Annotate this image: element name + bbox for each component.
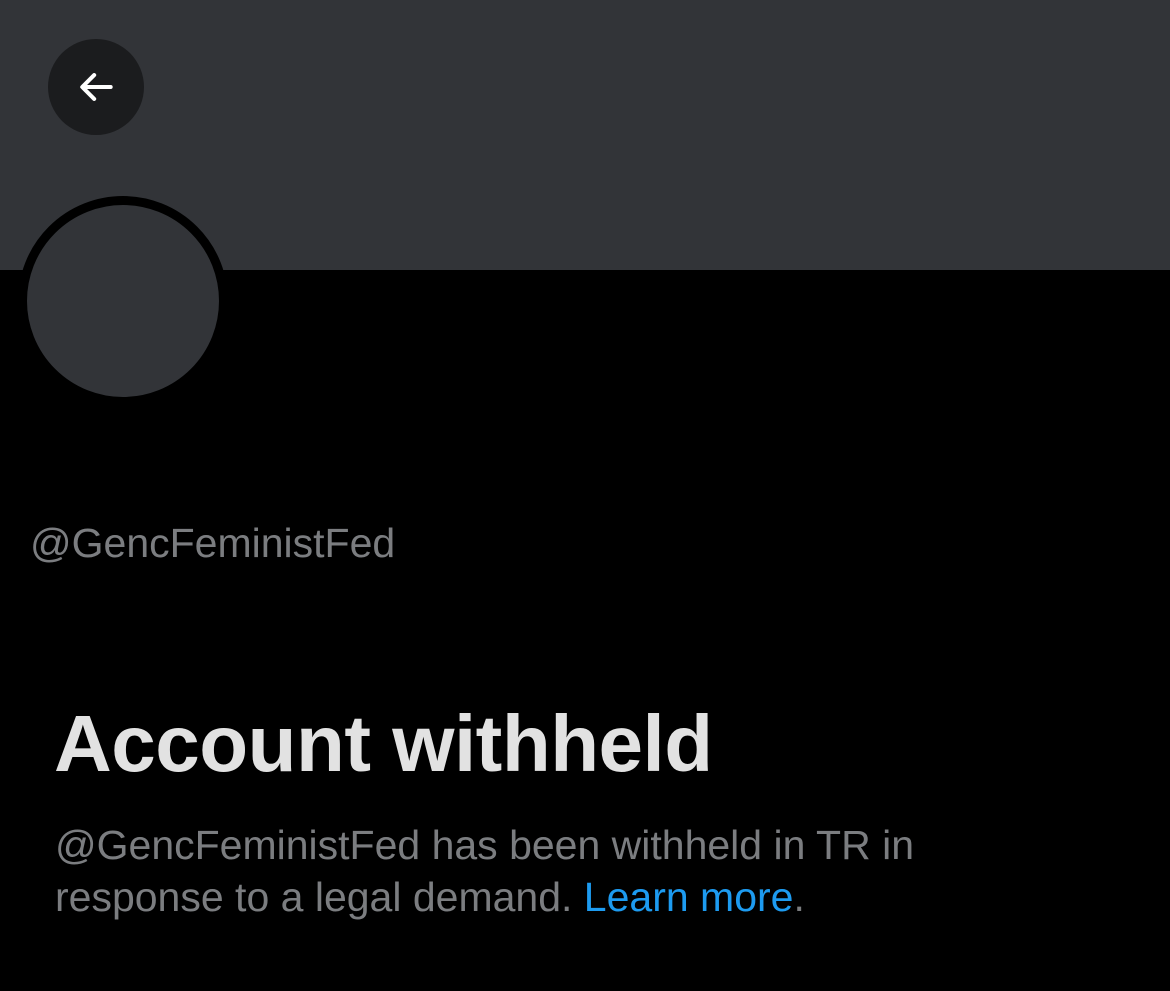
withheld-message: @GencFeministFed has been withheld in TR…: [55, 819, 1115, 923]
page-title: Account withheld: [54, 699, 713, 788]
back-button[interactable]: [48, 39, 144, 135]
withheld-message-line1: @GencFeministFed has been withheld in TR…: [55, 822, 914, 868]
arrow-left-icon: [80, 73, 113, 101]
learn-more-link[interactable]: Learn more: [584, 874, 794, 920]
profile-handle: @GencFeministFed: [30, 520, 396, 566]
avatar: [18, 196, 228, 406]
trailing-period: .: [793, 874, 805, 920]
profile-page: @GencFeministFed Account withheld @GencF…: [0, 0, 1170, 991]
withheld-message-line2: response to a legal demand.: [55, 874, 584, 920]
